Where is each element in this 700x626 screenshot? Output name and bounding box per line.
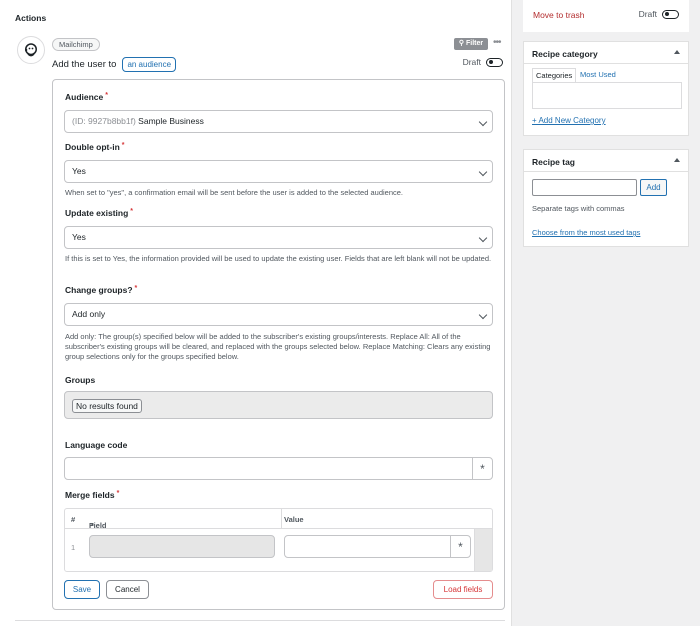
groups-empty-chip: No results found: [72, 399, 142, 413]
load-fields-button[interactable]: Load fields: [433, 580, 493, 599]
more-options-icon[interactable]: •••: [493, 38, 501, 48]
language-code-label: Language code: [65, 440, 128, 450]
filter-label: Filter: [465, 40, 484, 47]
column-divider: [281, 509, 282, 529]
recipe-tag-panel: Recipe tag Add Separate tags with commas…: [523, 149, 689, 247]
double-opt-in-label: Double opt-in *: [65, 142, 125, 152]
chevron-down-icon: [478, 310, 488, 320]
divider: [15, 620, 505, 621]
recipe-status-toggle[interactable]: [662, 9, 679, 19]
mailchimp-logo-icon: [24, 43, 37, 57]
double-opt-in-help: When set to "yes", a confirmation email …: [65, 188, 404, 197]
chevron-down-icon: [478, 117, 488, 127]
action-form: Audience * (ID: 9927b8bb1f) Sample Busine…: [52, 79, 505, 610]
action-status-toggle[interactable]: [486, 57, 503, 67]
audience-label-text: Audience: [65, 92, 104, 102]
filter-icon: ⚲: [458, 40, 465, 47]
recipe-category-panel: Recipe category Categories Most Used + A…: [523, 41, 689, 136]
choose-most-used-tags-link[interactable]: Choose from the most used tags: [532, 228, 640, 237]
sentence-prefix: Add the user to: [52, 59, 117, 70]
row-number: 1: [71, 543, 76, 552]
change-groups-select[interactable]: Add only: [64, 303, 493, 326]
update-existing-label-text: Update existing: [65, 208, 129, 218]
recipe-status-label: Draft: [638, 9, 657, 19]
mailchimp-icon: [17, 36, 45, 64]
divider: [524, 63, 688, 64]
merge-fields-label-text: Merge fields: [65, 490, 115, 500]
actions-panel: Actions Mailchimp Add the user to an aud…: [0, 0, 512, 626]
category-tabs: Categories Most Used: [532, 68, 682, 82]
filter-button[interactable]: ⚲ Filter: [454, 38, 488, 50]
recipe-tag-title: Recipe tag: [532, 157, 575, 167]
required-marker: *: [105, 92, 108, 99]
token-picker-icon[interactable]: *: [472, 458, 492, 479]
column-header-value: Value: [284, 515, 304, 524]
audience-id: (ID: 9927b8bb1f): [72, 116, 136, 126]
table-row: 1 *: [65, 529, 492, 571]
add-new-category-link[interactable]: + Add New Category: [532, 116, 606, 125]
tab-categories[interactable]: Categories: [532, 68, 577, 82]
merge-fields-table: # Field * Value 1 *: [64, 508, 493, 572]
move-to-trash-link[interactable]: Move to trash: [533, 10, 585, 20]
update-existing-select[interactable]: Yes: [64, 226, 493, 249]
row-drag-handle[interactable]: [474, 529, 492, 571]
language-code-input[interactable]: *: [64, 457, 493, 480]
change-groups-label: Change groups? *: [65, 285, 137, 295]
tag-help-text: Separate tags with commas: [532, 204, 625, 213]
action-status-label: Draft: [462, 57, 481, 67]
required-marker: *: [130, 208, 134, 215]
change-groups-value: Add only: [72, 309, 106, 319]
change-groups-help: Add only: The group(s) specified below w…: [65, 332, 491, 361]
merge-field-name-input: [89, 535, 275, 558]
update-existing-label: Update existing *: [65, 208, 133, 218]
divider: [524, 171, 688, 172]
groups-label: Groups: [65, 375, 96, 385]
change-groups-label-text: Change groups?: [65, 285, 133, 295]
table-header: # Field * Value: [65, 509, 492, 530]
chevron-down-icon: [478, 233, 488, 243]
column-header-num: #: [71, 515, 76, 524]
merge-fields-label: Merge fields *: [65, 490, 119, 500]
double-opt-in-select[interactable]: Yes: [64, 160, 493, 183]
required-marker: *: [116, 490, 120, 497]
collapse-icon[interactable]: [674, 50, 680, 54]
add-tag-button[interactable]: Add: [640, 179, 667, 196]
cancel-button[interactable]: Cancel: [106, 580, 149, 599]
actions-title: Actions: [15, 13, 47, 23]
action-sentence: Add the user to an audience: [52, 57, 177, 72]
groups-select[interactable]: No results found: [64, 391, 493, 419]
category-list: [532, 82, 682, 109]
double-opt-in-label-text: Double opt-in: [65, 142, 120, 152]
tag-input[interactable]: [532, 179, 637, 196]
update-existing-value: Yes: [72, 232, 86, 242]
save-button[interactable]: Save: [64, 580, 100, 599]
integration-badge: Mailchimp: [52, 38, 100, 51]
audience-label: Audience *: [65, 92, 108, 102]
tab-most-used[interactable]: Most Used: [577, 68, 619, 82]
publish-box: Move to trash Draft: [523, 0, 689, 32]
required-marker: *: [134, 285, 138, 292]
audience-value: Sample Business: [138, 116, 204, 126]
update-existing-help: If this is set to Yes, the information p…: [65, 254, 492, 263]
collapse-icon[interactable]: [674, 158, 680, 162]
audience-select[interactable]: (ID: 9927b8bb1f) Sample Business: [64, 110, 493, 133]
merge-field-value-input[interactable]: *: [284, 535, 471, 558]
action-status: Draft: [463, 57, 503, 67]
recipe-category-title: Recipe category: [532, 49, 598, 59]
audience-token[interactable]: an audience: [122, 57, 177, 72]
token-picker-icon[interactable]: *: [450, 536, 470, 557]
required-marker: *: [121, 142, 125, 149]
recipe-status: Draft: [639, 9, 679, 19]
double-opt-in-value: Yes: [72, 166, 86, 176]
chevron-down-icon: [478, 167, 488, 177]
